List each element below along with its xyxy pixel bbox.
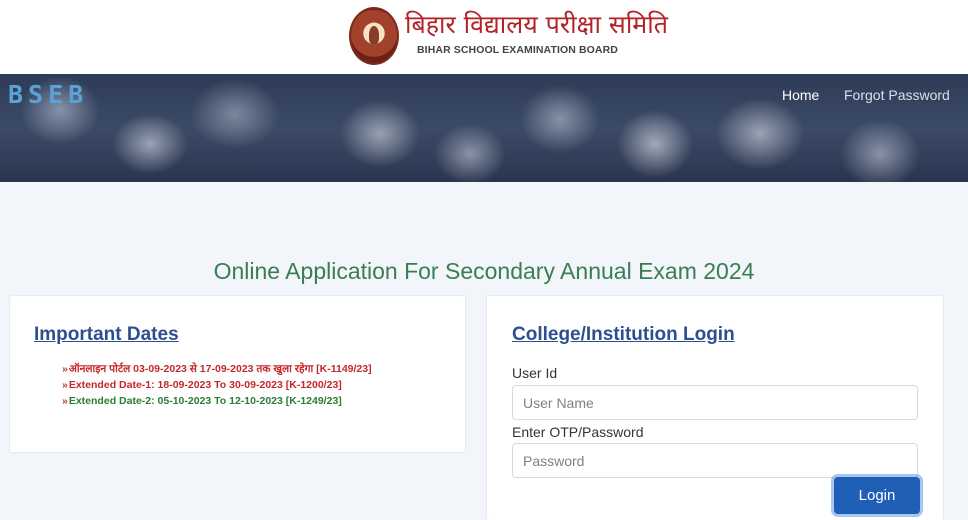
login-button[interactable]: Login — [834, 477, 920, 514]
nav-forgot-password-link[interactable]: Forgot Password — [844, 87, 950, 103]
double-chevron-right-icon: » — [62, 363, 68, 375]
user-id-label: User Id — [512, 365, 558, 381]
date-item: »Extended Date-2: 05-10-2023 To 12-10-20… — [62, 394, 342, 408]
password-label: Enter OTP/Password — [512, 424, 644, 440]
date-item-text: Extended Date-2: 05-10-2023 To 12-10-202… — [68, 395, 342, 407]
brand-logo-text[interactable]: BSEB — [8, 80, 88, 109]
double-chevron-right-icon: » — [62, 395, 68, 407]
double-chevron-right-icon: » — [62, 379, 68, 391]
site-header: बिहार विद्यालय परीक्षा समिति BIHAR SCHOO… — [0, 0, 968, 74]
nav-home-link[interactable]: Home — [782, 87, 819, 103]
logo-title-hindi: बिहार विद्यालय परीक्षा समिति — [405, 10, 668, 39]
bseb-logo-seal-icon — [349, 7, 399, 65]
students-banner-image — [0, 74, 968, 182]
logo-title-english: BIHAR SCHOOL EXAMINATION BOARD — [417, 44, 618, 56]
page-title: Online Application For Secondary Annual … — [213, 258, 755, 284]
date-item-text: Extended Date-1: 18-09-2023 To 30-09-202… — [68, 379, 342, 391]
date-item: »Extended Date-1: 18-09-2023 To 30-09-20… — [62, 378, 342, 392]
important-dates-card: Important Dates »ऑनलाइन पोर्टल 03-09-202… — [9, 295, 466, 453]
password-input[interactable] — [512, 443, 918, 478]
date-item-text: ऑनलाइन पोर्टल 03-09-2023 से 17-09-2023 त… — [68, 363, 372, 375]
login-card: College/Institution Login User Id Enter … — [486, 295, 944, 520]
important-dates-heading: Important Dates — [34, 324, 179, 345]
date-item: »ऑनलाइन पोर्टल 03-09-2023 से 17-09-2023 … — [62, 362, 372, 376]
user-name-input[interactable] — [512, 385, 918, 420]
login-heading: College/Institution Login — [512, 324, 735, 345]
